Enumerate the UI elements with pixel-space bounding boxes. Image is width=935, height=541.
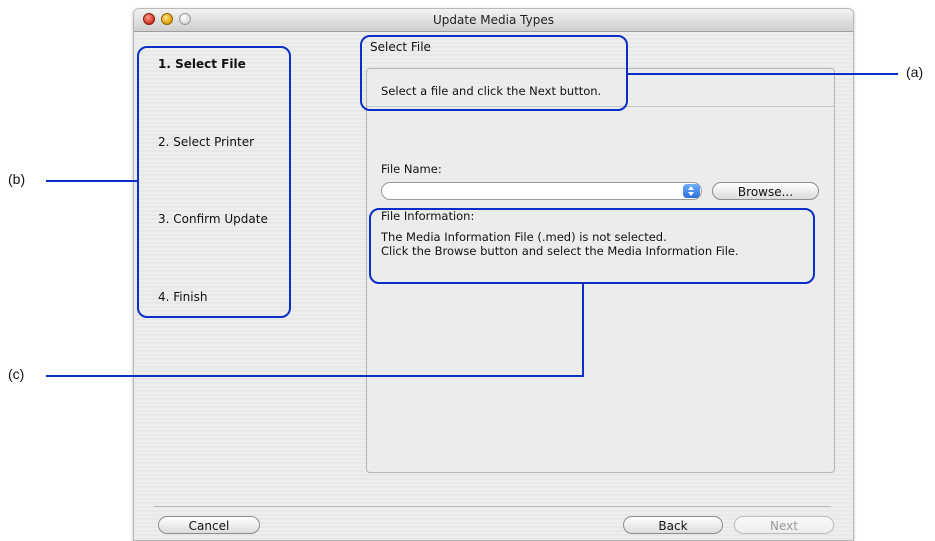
footer-separator: [154, 506, 831, 507]
steps-highlight-box: [137, 46, 291, 318]
callout-a-leader-line: [627, 73, 898, 75]
select-arrows-icon[interactable]: [683, 184, 700, 198]
file-name-select[interactable]: [381, 182, 702, 200]
callout-b-leader-line: [46, 180, 138, 182]
callout-c-label: (c): [8, 366, 25, 382]
back-button[interactable]: Back: [623, 516, 723, 534]
file-information-highlight-box: [369, 208, 815, 284]
title-bar: Update Media Types: [134, 9, 853, 32]
callout-c-leader-horizontal: [46, 375, 584, 377]
browse-button[interactable]: Browse...: [712, 182, 819, 200]
file-name-label: File Name:: [381, 162, 442, 176]
window-title: Update Media Types: [433, 13, 554, 27]
callout-c-leader-vertical: [582, 284, 584, 377]
instruction-highlight-box: [360, 35, 628, 111]
callout-a-label: (a): [906, 64, 924, 80]
callout-b-label: (b): [8, 171, 26, 187]
cancel-button[interactable]: Cancel: [158, 516, 260, 534]
next-button[interactable]: Next: [734, 516, 834, 534]
